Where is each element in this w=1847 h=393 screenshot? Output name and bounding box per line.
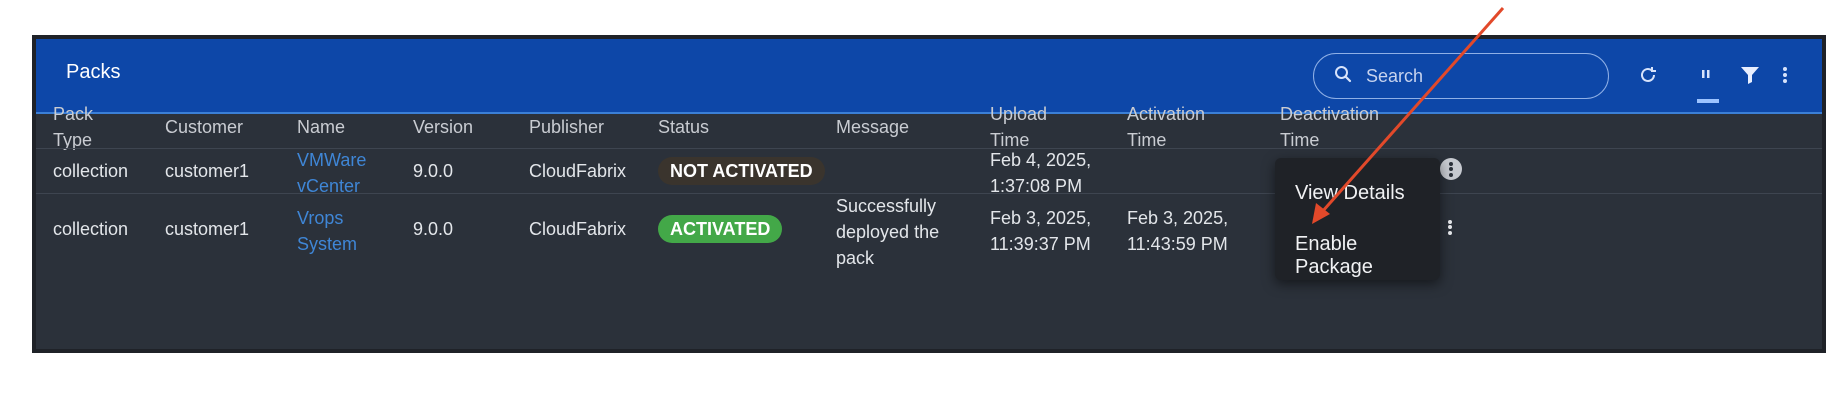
annotation-arrow — [1312, 7, 1505, 224]
